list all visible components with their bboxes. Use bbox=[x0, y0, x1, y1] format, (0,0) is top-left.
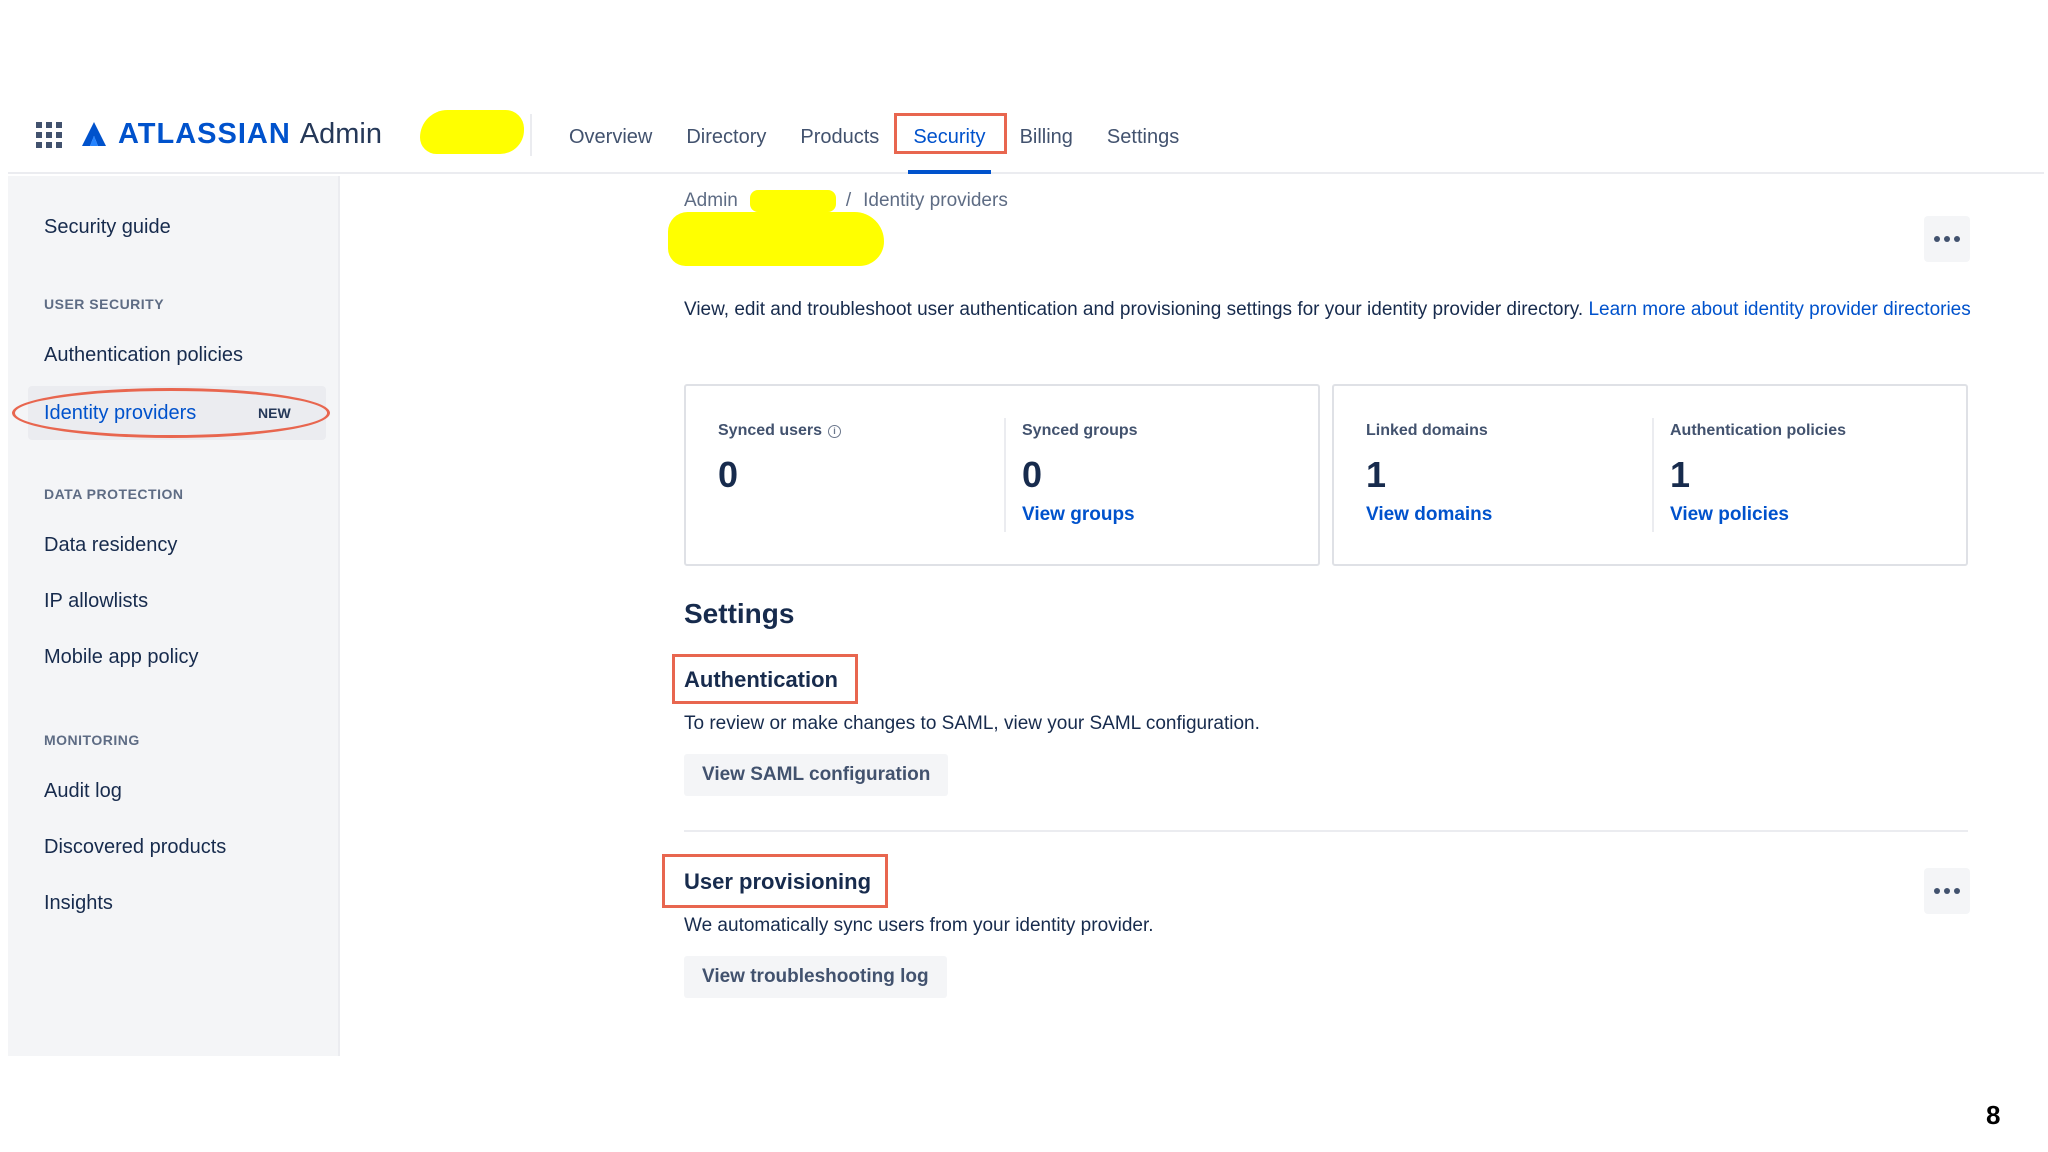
authentication-description: To review or make changes to SAML, view … bbox=[684, 713, 1260, 734]
sidebar-item-data-residency[interactable]: Data residency bbox=[44, 534, 177, 557]
sidebar-heading-data-protection: DATA PROTECTION bbox=[44, 486, 184, 502]
linked-domains-value: 1 bbox=[1366, 454, 1387, 495]
stat-divider bbox=[1004, 418, 1006, 532]
sync-stats-card: Synced users i 0 Synced groups 0 View gr… bbox=[684, 384, 1320, 566]
synced-users-stat: Synced users i 0 bbox=[718, 422, 842, 496]
domains-policies-card: Linked domains 1 View domains Authentica… bbox=[1332, 384, 1968, 566]
view-domains-link[interactable]: View domains bbox=[1366, 504, 1492, 526]
provisioning-more-actions-button[interactable] bbox=[1924, 868, 1970, 914]
synced-groups-stat: Synced groups 0 View groups bbox=[1022, 422, 1138, 526]
security-tab-highlight bbox=[894, 113, 1007, 154]
synced-users-value: 0 bbox=[718, 454, 739, 495]
more-dots-icon bbox=[1934, 236, 1940, 242]
tab-overview[interactable]: Overview bbox=[552, 100, 669, 174]
sidebar-item-authentication-policies[interactable]: Authentication policies bbox=[44, 344, 243, 367]
user-provisioning-description: We automatically sync users from your id… bbox=[684, 915, 1154, 936]
tab-settings[interactable]: Settings bbox=[1090, 100, 1196, 174]
breadcrumb-admin[interactable]: Admin bbox=[684, 190, 738, 212]
slide-number: 8 bbox=[1986, 1100, 2001, 1130]
synced-users-label: Synced users i bbox=[718, 422, 842, 440]
product-name: Admin bbox=[299, 117, 382, 150]
sidebar-item-discovered-products[interactable]: Discovered products bbox=[44, 836, 226, 859]
atlassian-logo-icon bbox=[82, 122, 106, 146]
app-switcher-icon[interactable] bbox=[36, 122, 62, 148]
nav-divider bbox=[530, 114, 532, 156]
sidebar-heading-monitoring: MONITORING bbox=[44, 732, 140, 748]
sidebar-item-security-guide[interactable]: Security guide bbox=[44, 216, 171, 239]
tab-billing[interactable]: Billing bbox=[1003, 100, 1090, 174]
identity-providers-highlight bbox=[12, 388, 330, 438]
user-provisioning-heading: User provisioning bbox=[684, 869, 872, 894]
redacted-page-title bbox=[668, 212, 884, 266]
sidebar-item-insights[interactable]: Insights bbox=[44, 892, 113, 915]
breadcrumb-separator: / bbox=[845, 190, 852, 211]
authentication-heading: Authentication bbox=[684, 667, 838, 692]
auth-policies-stat: Authentication policies 1 View policies bbox=[1670, 422, 1846, 526]
settings-heading: Settings bbox=[684, 598, 795, 629]
sidebar: Security guide USER SECURITY Authenticat… bbox=[8, 176, 340, 1056]
top-navigation: ATLASSIAN Admin Overview Directory Produ… bbox=[8, 100, 2044, 174]
breadcrumb: Admin / Identity providers bbox=[684, 190, 1008, 212]
redacted-org-name bbox=[420, 110, 524, 154]
view-saml-configuration-button[interactable]: View SAML configuration bbox=[684, 754, 949, 796]
stat-divider bbox=[1652, 418, 1654, 532]
description-text: View, edit and troubleshoot user authent… bbox=[684, 299, 1584, 320]
page-more-actions-button[interactable] bbox=[1924, 216, 1970, 262]
view-groups-link[interactable]: View groups bbox=[1022, 504, 1138, 526]
tab-directory[interactable]: Directory bbox=[669, 100, 783, 174]
sidebar-item-ip-allowlists[interactable]: IP allowlists bbox=[44, 590, 148, 613]
info-icon[interactable]: i bbox=[828, 424, 842, 438]
breadcrumb-identity-providers: Identity providers bbox=[863, 190, 1008, 211]
sidebar-heading-user-security: USER SECURITY bbox=[44, 296, 165, 312]
redacted-breadcrumb-org bbox=[749, 190, 836, 212]
learn-more-link[interactable]: Learn more about identity provider direc… bbox=[1588, 299, 1970, 320]
synced-groups-value: 0 bbox=[1022, 454, 1043, 495]
brand-name: ATLASSIAN bbox=[118, 117, 291, 150]
sidebar-item-audit-log[interactable]: Audit log bbox=[44, 780, 122, 803]
linked-domains-stat: Linked domains 1 View domains bbox=[1366, 422, 1492, 526]
synced-groups-label: Synced groups bbox=[1022, 422, 1138, 439]
auth-policies-value: 1 bbox=[1670, 454, 1691, 495]
nav-tabs: Overview Directory Products Security Bil… bbox=[552, 100, 1196, 174]
view-policies-link[interactable]: View policies bbox=[1670, 504, 1846, 526]
more-dots-icon bbox=[1934, 888, 1940, 894]
atlassian-logo[interactable]: ATLASSIAN Admin bbox=[80, 114, 382, 154]
page-description: View, edit and troubleshoot user authent… bbox=[684, 296, 1984, 324]
tab-products[interactable]: Products bbox=[783, 100, 896, 174]
view-troubleshooting-log-button[interactable]: View troubleshooting log bbox=[684, 956, 947, 998]
section-divider bbox=[684, 830, 1968, 832]
auth-policies-label: Authentication policies bbox=[1670, 422, 1847, 439]
linked-domains-label: Linked domains bbox=[1366, 422, 1488, 439]
sidebar-item-mobile-app-policy[interactable]: Mobile app policy bbox=[44, 646, 199, 669]
